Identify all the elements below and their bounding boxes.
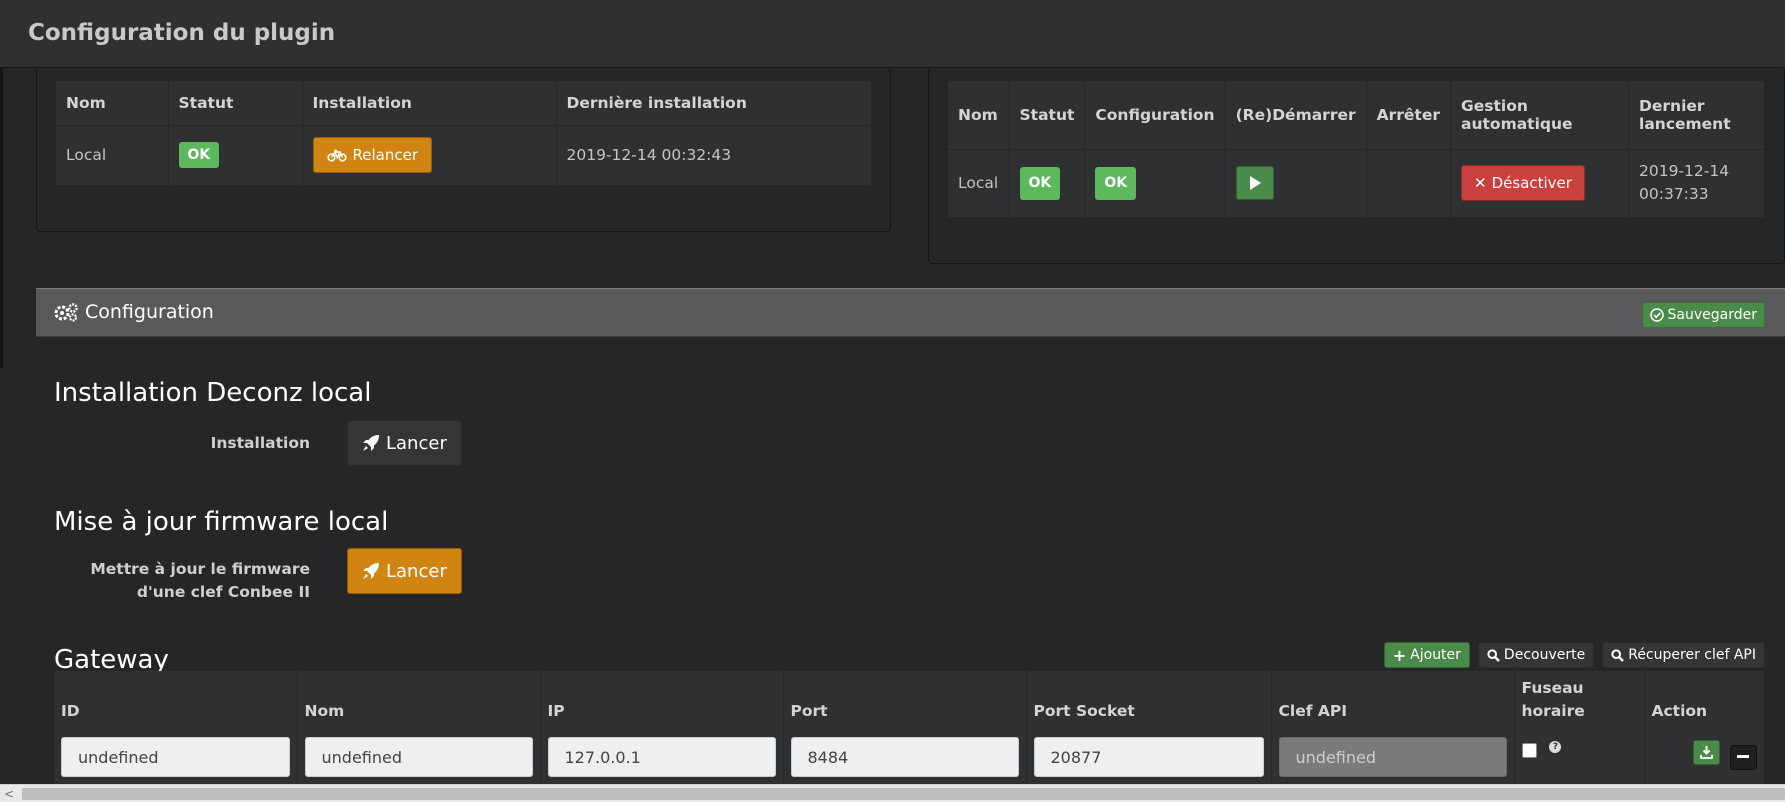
gateway-id-field[interactable]: undefined — [61, 737, 290, 777]
modal-header: Configuration du plugin — [0, 0, 1785, 68]
configuration-title: Configuration — [85, 301, 214, 323]
minus-icon — [1737, 755, 1749, 758]
table-row: Local OK Relancer 2019-12-14 00:32:43 — [56, 125, 872, 185]
col-gestion-auto: Gestion automatique — [1450, 81, 1630, 150]
decouverte-label: Decouverte — [1503, 647, 1586, 663]
save-button[interactable]: Sauvegarder — [1641, 302, 1765, 328]
col-nom: Nom — [297, 671, 541, 731]
install-lancer-button[interactable]: Lancer — [347, 420, 462, 466]
col-installation: Installation — [302, 81, 557, 126]
col-dernier-lancement: Dernier lancement — [1628, 81, 1765, 150]
gateway-port-socket-field[interactable]: 20877 — [1033, 737, 1264, 777]
col-redemarrer: (Re)Démarrer — [1225, 81, 1367, 150]
desactiver-label: Désactiver — [1491, 173, 1572, 192]
firmware-section-title: Mise à jour firmware local — [54, 507, 389, 537]
configuration-heading: Configuration Sauvegarder — [36, 288, 1785, 337]
col-clef-api: Clef API — [1271, 671, 1515, 731]
install-lancer-label: Lancer — [386, 432, 447, 454]
restart-button[interactable] — [1235, 166, 1274, 201]
daemon-last-launch: 2019-12-14 00:37:33 — [1628, 149, 1765, 217]
daemon-config-badge: OK — [1095, 166, 1137, 200]
modal-title: Configuration du plugin — [28, 20, 336, 46]
dep-name: Local — [56, 125, 169, 185]
col-action: Action — [1644, 671, 1765, 731]
bicycle-icon — [326, 149, 347, 162]
col-statut: Statut — [168, 81, 303, 126]
daemon-table: Nom Statut Configuration (Re)Démarrer Ar… — [948, 81, 1765, 217]
table-row: undefined undefined 127.0.0.1 8484 20877… — [54, 731, 1765, 791]
col-arreter: Arrêter — [1366, 81, 1452, 150]
check-circle-icon — [1649, 308, 1664, 322]
timezone-checkbox[interactable] — [1521, 743, 1537, 758]
firmware-label: Mettre à jour le firmware d'une clef Con… — [90, 560, 310, 601]
col-id: ID — [54, 671, 298, 731]
rocket-icon — [363, 563, 379, 579]
cogs-icon — [54, 303, 78, 322]
col-port-socket: Port Socket — [1026, 671, 1272, 731]
gateway-port-field[interactable]: 8484 — [790, 737, 1019, 777]
col-nom: Nom — [56, 81, 169, 126]
col-port: Port — [783, 671, 1027, 731]
download-icon — [1699, 746, 1713, 759]
gateway-name-field[interactable]: undefined — [304, 737, 533, 777]
gateway-download-button[interactable] — [1692, 740, 1720, 765]
gateway-remove-button[interactable] — [1729, 744, 1757, 770]
col-ip: IP — [540, 671, 784, 731]
col-fuseau-horaire: Fuseau horaire — [1514, 671, 1645, 731]
save-label: Sauvegarder — [1667, 307, 1757, 323]
search-icon — [1611, 648, 1625, 662]
col-derniere-installation: Dernière installation — [556, 81, 872, 126]
daemon-status-badge: OK — [1019, 166, 1061, 200]
install-label: Installation — [210, 434, 310, 452]
col-statut: Statut — [1009, 81, 1086, 150]
gateway-toolbar: + Ajouter Decouverte Récuperer clef API — [1383, 642, 1765, 668]
desactiver-button[interactable]: ✕ Désactiver — [1461, 165, 1585, 202]
recuperer-cle-label: Récuperer clef API — [1628, 647, 1756, 663]
table-row: Local OK OK ✕ Désactiver 2019-12-14 00:3… — [948, 149, 1765, 217]
gateway-api-key-field: undefined — [1278, 737, 1507, 777]
dep-status-badge: OK — [178, 142, 220, 169]
play-icon — [1249, 176, 1261, 191]
relancer-button[interactable]: Relancer — [312, 137, 432, 174]
col-configuration: Configuration — [1084, 81, 1226, 150]
rocket-icon — [363, 435, 379, 451]
daemon-stop-cell — [1366, 149, 1452, 217]
dep-last-install: 2019-12-14 00:32:43 — [556, 125, 872, 185]
ajouter-label: Ajouter — [1410, 647, 1461, 663]
left-edge — [0, 68, 3, 368]
question-circle-icon: ? — [1549, 741, 1562, 753]
scroll-thumb[interactable] — [22, 788, 1785, 800]
relancer-label: Relancer — [352, 146, 419, 165]
col-nom: Nom — [948, 81, 1010, 150]
dependencies-table: Nom Statut Installation Dernière install… — [56, 81, 872, 185]
firmware-lancer-label: Lancer — [386, 560, 447, 582]
gateway-ip-field[interactable]: 127.0.0.1 — [547, 737, 776, 777]
times-icon: ✕ — [1474, 173, 1487, 192]
recuperer-cle-button[interactable]: Récuperer clef API — [1602, 642, 1765, 668]
daemon-name: Local — [948, 149, 1010, 217]
firmware-lancer-button[interactable]: Lancer — [347, 548, 462, 594]
search-icon — [1487, 648, 1500, 662]
decouverte-button[interactable]: Decouverte — [1477, 642, 1595, 668]
plus-icon: + — [1392, 645, 1407, 665]
gateway-table: ID Nom IP Port Port Socket Clef API Fuse… — [54, 671, 1765, 791]
scroll-left-icon[interactable]: < — [4, 787, 14, 801]
horizontal-scrollbar[interactable]: < — [0, 784, 1785, 802]
install-section-title: Installation Deconz local — [54, 378, 372, 408]
ajouter-button[interactable]: + Ajouter — [1383, 642, 1470, 668]
